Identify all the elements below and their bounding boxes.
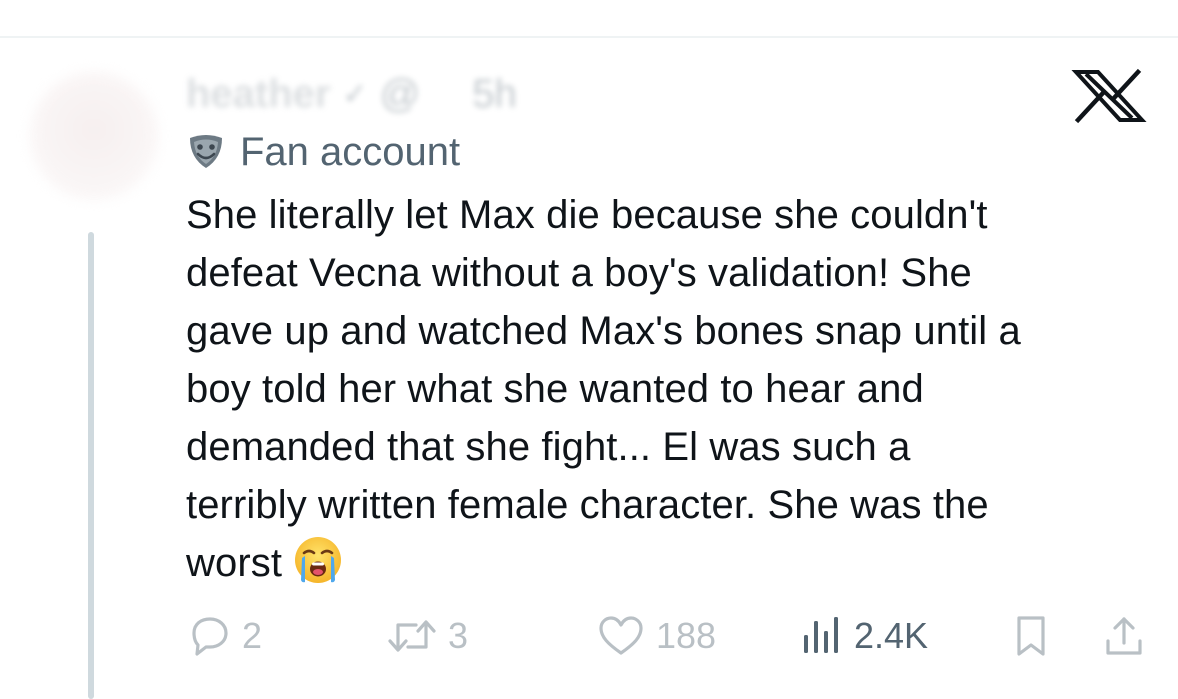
avatar[interactable] xyxy=(30,72,158,200)
heart-icon xyxy=(599,616,643,655)
tweet-text-line: boy told her what she wanted to hear and xyxy=(186,367,924,411)
tweet-header: heather ✓ @ 5h xyxy=(186,70,517,118)
tweet-text-line: terribly written female character. She w… xyxy=(186,483,989,527)
author-name[interactable]: heather xyxy=(186,72,331,117)
account-label[interactable]: Fan account xyxy=(186,128,460,176)
retweet-icon xyxy=(388,620,436,652)
views-count: 2.4K xyxy=(854,615,929,656)
like-button[interactable]: 188 xyxy=(596,608,716,664)
reply-count: 2 xyxy=(242,615,263,656)
thread-line xyxy=(88,232,94,699)
reply-icon xyxy=(192,617,228,656)
tweet-text-line: demanded that she fight... El was such a xyxy=(186,425,911,469)
views-button[interactable]: 2.4K xyxy=(798,608,928,664)
bookmark-button[interactable] xyxy=(1010,608,1052,664)
tweet-text-line: defeat Vecna without a boy's validation!… xyxy=(186,251,972,295)
action-bar: 2 3 188 2.4K xyxy=(186,608,1146,664)
tweet-text-line: gave up and watched Max's bones snap unt… xyxy=(186,309,1021,353)
label-text: Fan account xyxy=(240,129,461,174)
share-button[interactable] xyxy=(1102,608,1146,664)
reply-button[interactable]: 2 xyxy=(186,608,262,664)
bookmark-icon xyxy=(1017,616,1045,656)
like-count: 188 xyxy=(656,615,717,656)
tweet-text-last-line: worst xyxy=(186,534,1161,592)
x-logo-icon xyxy=(1071,68,1147,124)
retweet-count: 3 xyxy=(448,615,469,656)
views-icon xyxy=(804,617,838,653)
loudly-crying-face-icon xyxy=(295,537,342,583)
author-handle[interactable]: @ xyxy=(380,72,421,117)
share-icon xyxy=(1106,617,1142,655)
theater-mask-icon xyxy=(190,135,222,168)
top-divider xyxy=(0,36,1178,38)
verified-badge-icon: ✓ xyxy=(342,77,368,111)
retweet-button[interactable]: 3 xyxy=(386,608,468,664)
timestamp[interactable]: 5h xyxy=(472,72,517,117)
tweet-text-line: She literally let Max die because she co… xyxy=(186,193,988,237)
tweet-text: She literally let Max die because she co… xyxy=(186,186,1161,592)
tweet-text-line: worst xyxy=(186,541,283,585)
